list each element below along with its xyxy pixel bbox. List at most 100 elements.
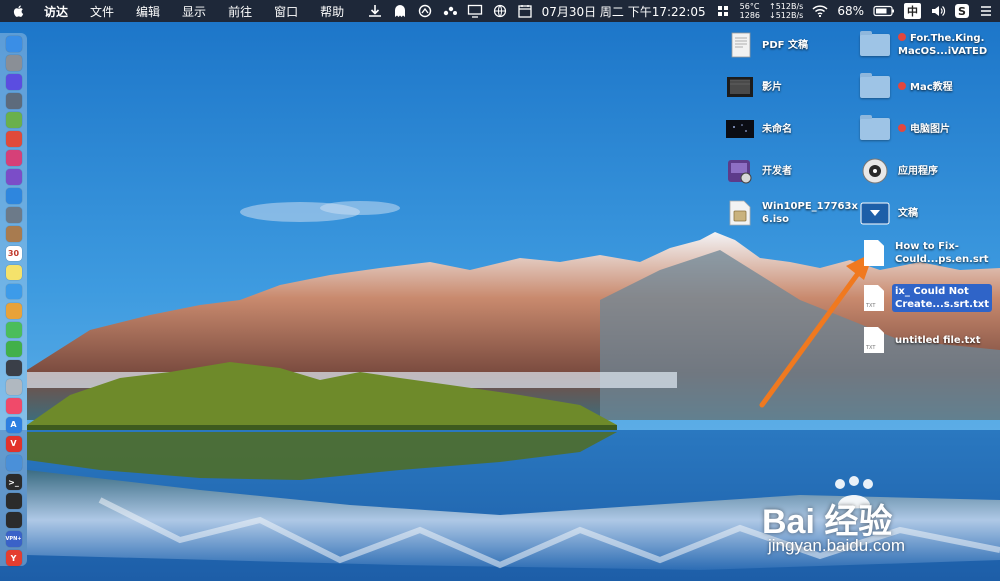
dock: 30 A V >_ VPN+ Y xyxy=(0,33,27,567)
net-down: ↓512B/s xyxy=(769,11,804,20)
dock-vivaldi-icon[interactable]: V xyxy=(5,435,22,452)
desktop-label-mac-tutorial: Mac教程 xyxy=(910,81,953,93)
download-icon[interactable] xyxy=(367,4,383,18)
dock-finder-icon[interactable] xyxy=(5,36,22,52)
app-name[interactable]: 访达 xyxy=(44,3,68,20)
dock-photos-icon[interactable] xyxy=(5,302,22,319)
folder-icon xyxy=(860,115,890,140)
desktop-label-for-the-king: For.The.King. MacOS...iVATED xyxy=(898,33,988,57)
dock-system-prefs-icon[interactable] xyxy=(5,55,22,71)
documents-folder-icon xyxy=(860,202,890,225)
desktop-label-pc-pictures: 电脑图片 xyxy=(910,123,950,135)
dock-terminal-icon[interactable]: >_ xyxy=(5,474,22,490)
desktop-icon-untitled[interactable]: 未命名 xyxy=(726,115,792,143)
desktop-label-untitled-txt: untitled file.txt xyxy=(895,334,981,346)
menu-go[interactable]: 前往 xyxy=(228,3,252,20)
menu-edit[interactable]: 编辑 xyxy=(136,3,160,20)
dock-safari-icon[interactable] xyxy=(5,188,22,205)
network-monitor[interactable]: ↑512B/s ↓512B/s xyxy=(769,2,803,20)
battery-percent[interactable]: 68% xyxy=(837,4,864,18)
red-tag-icon xyxy=(898,81,906,90)
list-menu-icon[interactable] xyxy=(978,4,994,18)
red-tag-icon xyxy=(898,33,906,41)
net-up: ↑512B/s xyxy=(769,2,804,11)
movies-folder-icon xyxy=(727,77,753,97)
dock-siri-icon[interactable] xyxy=(5,74,22,90)
dock-wechat-icon[interactable] xyxy=(5,340,22,357)
desktop-label-documents: 文稿 xyxy=(898,207,918,219)
dots-icon[interactable] xyxy=(442,4,458,18)
desktop-label-developer: 开发者 xyxy=(762,165,792,177)
menu-bar: 访达 文件 编辑 显示 前往 窗口 帮助 07月30日 周二 下午17:22:0… xyxy=(0,0,1000,22)
dock-terminal-2-icon[interactable] xyxy=(5,493,22,509)
dock-photos-app-icon[interactable] xyxy=(5,283,22,300)
desktop-icon-documents[interactable]: 文稿 xyxy=(860,200,918,226)
watermark-url: jingyan.baidu.com xyxy=(768,536,906,555)
disk-image-icon xyxy=(729,200,751,226)
datetime[interactable]: 07月30日 周二 下午17:22:05 xyxy=(542,3,706,20)
desktop-icon-untitled-txt[interactable]: TXT untitled file.txt xyxy=(864,327,981,353)
dock-app-dark-icon[interactable] xyxy=(5,359,22,376)
folder-icon xyxy=(860,73,890,98)
dock-app-store-icon[interactable]: A xyxy=(5,416,22,433)
menu-help[interactable]: 帮助 xyxy=(320,3,344,20)
desktop-icon-mac-tutorial[interactable]: Mac教程 xyxy=(860,73,953,98)
desktop-icon-for-the-king[interactable]: For.The.King. MacOS...iVATED xyxy=(860,31,988,58)
text-file-icon: TXT xyxy=(864,327,884,353)
text-file-icon: TXT xyxy=(864,285,884,311)
desktop-label-untitled: 未命名 xyxy=(762,123,792,135)
s-app-icon[interactable]: S xyxy=(955,4,969,18)
developer-folder-icon xyxy=(728,160,752,184)
desktop-label-srt-txt: ix_ Could Not Create...s.srt.txt xyxy=(892,284,992,312)
folder-icon xyxy=(860,31,890,56)
dock-music-icon[interactable] xyxy=(5,397,22,414)
wifi-icon[interactable] xyxy=(812,4,828,18)
sync-icon[interactable] xyxy=(417,4,433,18)
desktop-label-pdf: PDF 文稿 xyxy=(762,39,808,51)
dock-chrome-icon[interactable] xyxy=(5,131,22,148)
volume-icon[interactable] xyxy=(930,4,946,18)
dock-stickies-icon[interactable] xyxy=(5,264,22,281)
dock-launchpad-icon[interactable] xyxy=(5,93,22,109)
applications-icon xyxy=(862,158,888,184)
battery-icon[interactable] xyxy=(873,5,895,17)
cpu-temp: 56°C xyxy=(739,2,760,11)
dock-vpn-icon[interactable]: VPN+ xyxy=(5,531,22,548)
desktop-icon-movies[interactable]: 影片 xyxy=(726,73,782,101)
dock-calendar-icon[interactable]: 30 xyxy=(5,245,22,262)
dock-app-gray-icon[interactable] xyxy=(5,378,22,395)
display-icon[interactable] xyxy=(467,4,483,18)
desktop-icon-developer[interactable]: 开发者 xyxy=(726,157,792,185)
dock-android-file-icon[interactable] xyxy=(5,112,22,129)
dock-app-purple-icon[interactable] xyxy=(5,169,22,186)
desktop-icon-iso[interactable]: Win10PE_17763x 6.iso xyxy=(726,199,858,227)
cpu-rpm: 1286 xyxy=(739,11,760,20)
calendar-icon[interactable] xyxy=(517,4,533,18)
dock-console-icon[interactable] xyxy=(5,512,22,529)
dock-preview-icon[interactable] xyxy=(5,207,22,224)
dock-notes-brown-icon[interactable] xyxy=(5,226,22,243)
dock-yandex-icon[interactable]: Y xyxy=(5,550,22,567)
desktop-icon-pdf[interactable]: PDF 文稿 xyxy=(726,31,808,59)
desktop-icon-applications[interactable]: 应用程序 xyxy=(860,157,938,185)
dock-app-pink-icon[interactable] xyxy=(5,150,22,167)
pdf-folder-icon xyxy=(731,32,751,58)
desktop-icon-srt-txt[interactable]: TXT ix_ Could Not Create...s.srt.txt xyxy=(864,284,992,312)
desktop-icon-pc-pictures[interactable]: 电脑图片 xyxy=(860,115,950,140)
dock-messages-icon[interactable] xyxy=(5,321,22,338)
untitled-folder-icon xyxy=(726,120,754,138)
menu-file[interactable]: 文件 xyxy=(90,3,114,20)
cpu-monitor[interactable]: 56°C 1286 xyxy=(740,2,760,20)
ghost-icon[interactable] xyxy=(392,4,408,18)
red-tag-icon xyxy=(898,123,906,132)
dock-finder-2-icon[interactable] xyxy=(5,455,22,471)
bitbar-icon[interactable] xyxy=(715,4,731,18)
apple-menu-icon[interactable] xyxy=(12,4,26,18)
menu-view[interactable]: 显示 xyxy=(182,3,206,20)
desktop-icon-srt[interactable]: How to Fix- Could...ps.en.srt xyxy=(864,240,989,266)
document-file-icon xyxy=(864,240,884,266)
globe-icon[interactable] xyxy=(492,4,508,18)
menu-window[interactable]: 窗口 xyxy=(274,3,298,20)
desktop-label-iso: Win10PE_17763x 6.iso xyxy=(762,201,858,225)
input-method[interactable]: 中 xyxy=(904,3,921,19)
